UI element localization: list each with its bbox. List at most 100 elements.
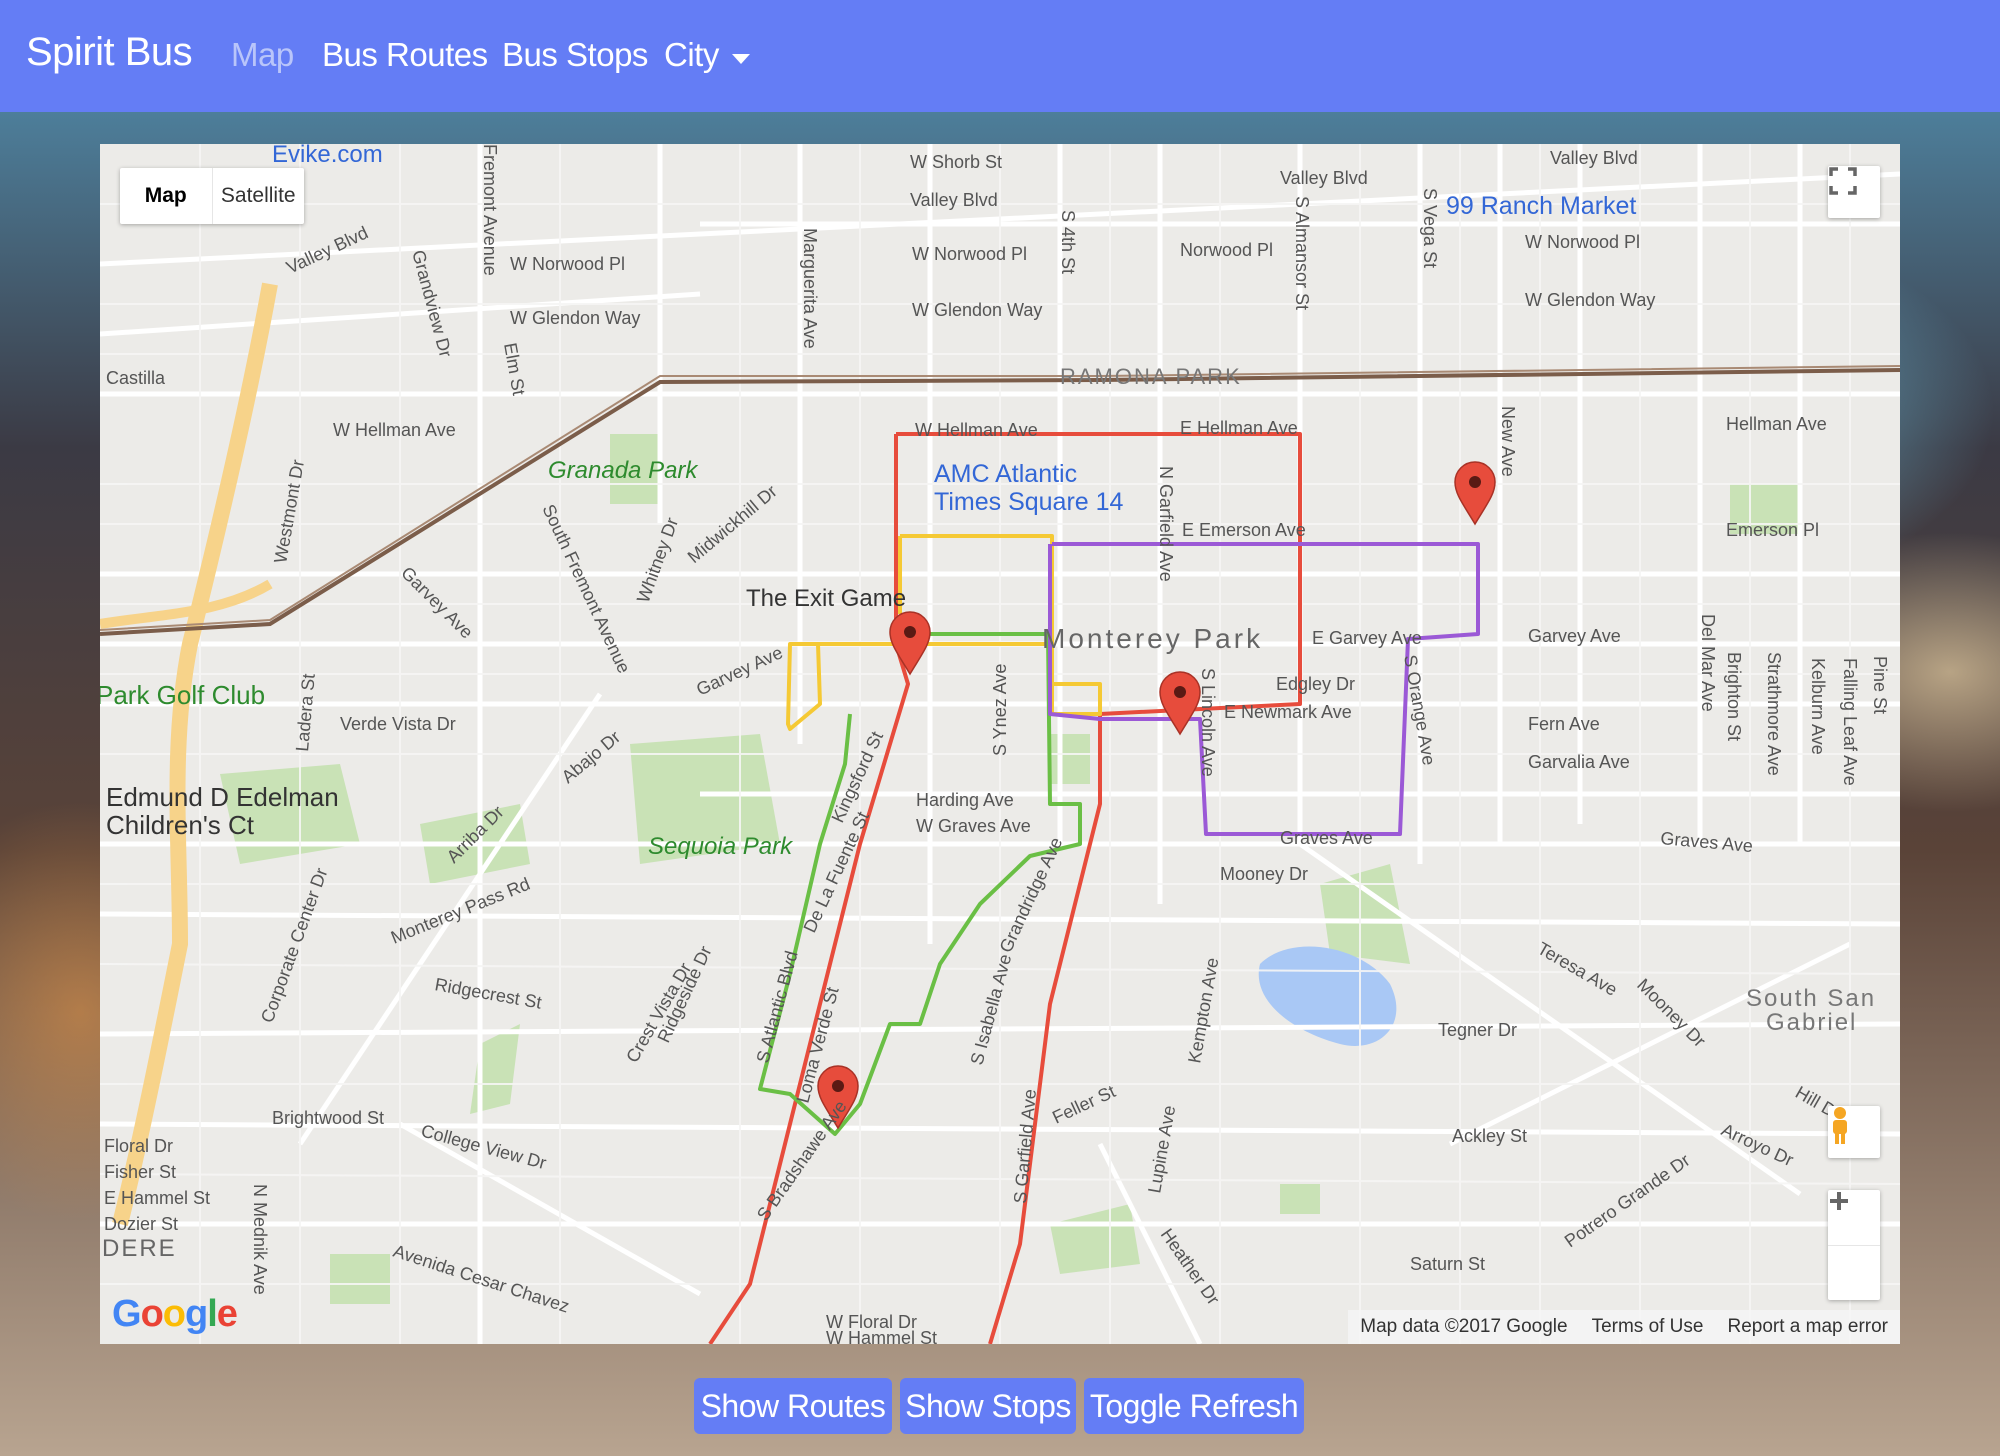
park-dere — [330, 1254, 390, 1304]
label-s-ynez: S Ynez Ave — [990, 664, 1010, 756]
label-saturn: Saturn St — [1410, 1254, 1485, 1274]
action-bar: Show Routes Show Stops Toggle Refresh — [0, 1378, 2000, 1434]
google-logo[interactable]: Google — [112, 1293, 238, 1336]
label-heather: Heather Dr — [1157, 1225, 1224, 1309]
label-tegner: Tegner Dr — [1438, 1020, 1517, 1040]
label-vega: S Vega St — [1420, 188, 1440, 268]
label-n-garfield: N Garfield Ave — [1156, 466, 1176, 582]
map-canvas[interactable]: Evike.com W Shorb St Valley Blvd Valley … — [100, 144, 1900, 1344]
label-amc-2: Times Square 14 — [934, 488, 1124, 516]
fullscreen-icon[interactable] — [1828, 166, 1880, 218]
park-south — [1050, 1204, 1140, 1274]
label-s-atlantic: S Atlantic Blvd — [753, 949, 802, 1065]
bus-marker[interactable] — [1159, 671, 1201, 736]
label-graves-2: Graves Ave — [1660, 828, 1754, 856]
label-castilla: Castilla — [106, 368, 166, 388]
label-edgley: Edgley Dr — [1276, 674, 1355, 694]
label-4th-st: S 4th St — [1058, 210, 1078, 274]
label-pine: Pine St — [1870, 656, 1890, 714]
park-areas — [220, 434, 1800, 1304]
map-type-map-button[interactable]: Map — [120, 168, 213, 224]
pegman-icon[interactable] — [1828, 1106, 1880, 1158]
label-graves-1: Graves Ave — [1280, 828, 1373, 848]
label-dozier: Dozier St — [104, 1214, 178, 1234]
nav-item-bus-stops[interactable]: Bus Stops — [502, 36, 648, 74]
zoom-control — [1828, 1190, 1880, 1300]
bus-marker-pin[interactable] — [889, 611, 931, 676]
label-amc-1: AMC Atlantic — [934, 460, 1077, 488]
report-error-link[interactable]: Report a map error — [1715, 1316, 1900, 1338]
label-granada-park: Granada Park — [548, 457, 699, 484]
nav-item-city[interactable]: City — [664, 36, 719, 74]
label-e-hellman: E Hellman Ave — [1180, 418, 1298, 438]
label-almansor: S Almansor St — [1292, 196, 1312, 310]
nav-item-bus-routes[interactable]: Bus Routes — [322, 36, 488, 74]
map-tiles: Evike.com W Shorb St Valley Blvd Valley … — [100, 144, 1900, 1344]
nav-item-map[interactable]: Map — [231, 36, 294, 74]
label-south-fremont: South Fremont Avenue — [538, 501, 634, 676]
label-exit-game: The Exit Game — [746, 585, 906, 612]
google-logo-letter: e — [216, 1293, 238, 1335]
label-valley-4: Valley Blvd — [1550, 148, 1638, 168]
park-small — [1280, 1184, 1320, 1214]
toggle-refresh-button[interactable]: Toggle Refresh — [1084, 1378, 1304, 1434]
street-labels: Evike.com W Shorb St Valley Blvd Valley … — [100, 144, 1890, 1344]
label-kempton: Kempton Ave — [1184, 956, 1222, 1065]
label-emerson-pl: Emerson Pl — [1726, 520, 1819, 540]
bus-marker[interactable] — [889, 611, 931, 676]
label-e-emerson: E Emerson Ave — [1182, 520, 1306, 540]
label-dere: DERE — [102, 1235, 177, 1262]
park-garvey — [1050, 734, 1090, 784]
show-routes-button[interactable]: Show Routes — [694, 1378, 892, 1434]
label-fremont-ave: Fremont Avenue — [480, 144, 500, 276]
brand-logo[interactable]: Spirit Bus — [26, 30, 193, 75]
bus-marker-dot — [832, 1080, 844, 1092]
label-e-hammel: E Hammel St — [104, 1188, 210, 1208]
label-brighton: Brighton St — [1724, 652, 1744, 741]
label-gabriel: Gabriel — [1766, 1009, 1857, 1036]
label-evike: Evike.com — [272, 144, 383, 168]
label-elm: Elm St — [500, 341, 529, 397]
label-hellman-ave: Hellman Ave — [1726, 414, 1827, 434]
map-type-satellite-button[interactable]: Satellite — [213, 168, 305, 224]
label-marguerita: Marguerita Ave — [800, 228, 820, 349]
label-edelman-1: Edmund D Edelman — [106, 782, 339, 812]
zoom-out-icon[interactable] — [1828, 1199, 1880, 1300]
label-feller: Feller St — [1049, 1081, 1118, 1127]
label-edelman-2: Children's Ct — [106, 810, 255, 840]
label-w-norwood-3: W Norwood Pl — [1525, 232, 1640, 252]
label-abajo: Abajo Dr — [558, 727, 625, 787]
show-stops-button[interactable]: Show Stops — [900, 1378, 1076, 1434]
google-logo-letter: o — [162, 1293, 186, 1335]
label-sequoia-park: Sequoia Park — [648, 833, 794, 860]
label-w-norwood-2: W Norwood Pl — [912, 244, 1027, 264]
label-w-hammel: W Hammel St — [826, 1328, 937, 1344]
label-99-ranch: 99 Ranch Market — [1446, 192, 1636, 220]
chevron-down-icon[interactable] — [732, 54, 750, 64]
label-south-san: South San — [1746, 985, 1876, 1012]
label-w-hellman-1: W Hellman Ave — [333, 420, 456, 440]
bus-marker-dot — [904, 626, 916, 638]
bus-marker-pin[interactable] — [1159, 671, 1201, 736]
google-logo-letter: G — [112, 1293, 142, 1335]
label-monterey-park: Monterey Park — [1042, 623, 1263, 654]
map-type-control: Map Satellite — [120, 168, 304, 224]
bus-marker-dot — [1174, 686, 1186, 698]
label-fisher: Fisher St — [104, 1162, 176, 1182]
terms-link[interactable]: Terms of Use — [1580, 1316, 1716, 1338]
label-w-glendon-3: W Glendon Way — [1525, 290, 1655, 310]
label-e-garvey: E Garvey Ave — [1312, 628, 1422, 648]
label-lupine: Lupine Ave — [1144, 1104, 1179, 1195]
navbar: Spirit Bus Map Bus Routes Bus Stops City — [0, 0, 2000, 112]
label-w-shorb-top: W Shorb St — [910, 152, 1002, 172]
label-verde-vista: Verde Vista Dr — [340, 714, 456, 734]
label-w-norwood-1: W Norwood Pl — [510, 254, 625, 274]
label-norwood: Norwood Pl — [1180, 240, 1273, 260]
label-s-garfield: S Garfield Ave — [1010, 1088, 1040, 1204]
label-whitney: Whitney Dr — [633, 515, 682, 605]
label-fern: Fern Ave — [1528, 714, 1600, 734]
label-park-golf: Park Golf Club — [100, 680, 265, 710]
label-mooney-2: Mooney Dr — [1633, 975, 1709, 1051]
label-grandridge: Grandridge Ave — [995, 834, 1066, 956]
label-w-hellman-2: W Hellman Ave — [915, 420, 1038, 440]
